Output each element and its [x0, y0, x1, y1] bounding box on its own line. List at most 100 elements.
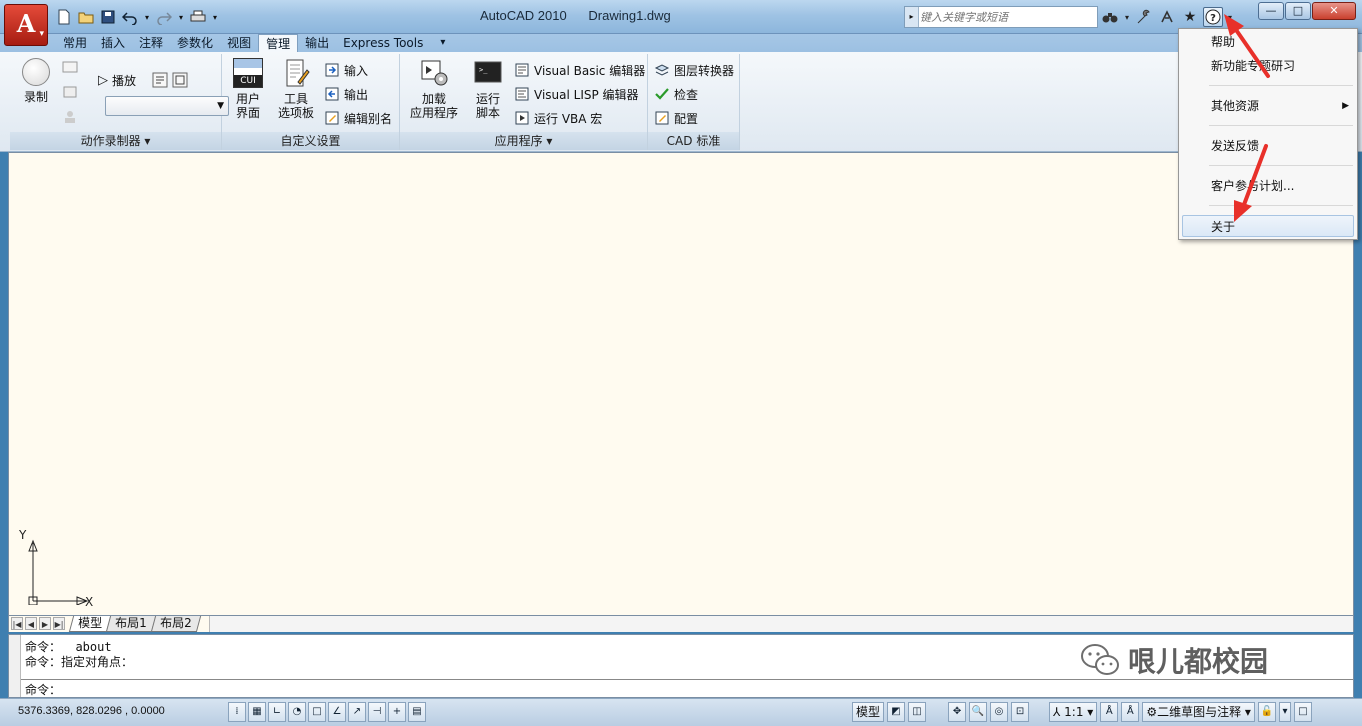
minimize-button[interactable]: —: [1258, 2, 1284, 20]
menu-item-send-feedback[interactable]: 发送反馈: [1179, 135, 1357, 157]
import-button[interactable]: 输入: [324, 60, 368, 80]
qat-customize-icon[interactable]: ▾: [210, 7, 220, 27]
menu-item-customer-involvement[interactable]: 客户参与计划...: [1179, 175, 1357, 197]
tab-home[interactable]: 常用: [56, 34, 94, 52]
application-menu-button[interactable]: A ▾: [4, 4, 48, 46]
plot-icon[interactable]: [188, 7, 208, 27]
watermark-text: 哏儿都校园: [1128, 645, 1269, 678]
steering-wheel-icon[interactable]: ◎: [990, 702, 1009, 722]
zoom-icon[interactable]: 🔍: [969, 702, 988, 722]
horizontal-scrollbar[interactable]: [209, 616, 1353, 632]
snap-mode-icon[interactable]: ⁞: [228, 702, 246, 722]
grid-display-icon[interactable]: ▦: [248, 702, 266, 722]
save-icon[interactable]: [98, 7, 118, 27]
check-standards-button[interactable]: 检查: [654, 84, 698, 104]
macro-select[interactable]: ▼: [105, 96, 229, 116]
action-message-icon[interactable]: [62, 58, 78, 78]
next-layout-icon[interactable]: ▶: [39, 617, 51, 630]
tab-output[interactable]: 输出: [298, 34, 336, 52]
tab-parametric[interactable]: 参数化: [170, 34, 220, 52]
tab-view[interactable]: 视图: [220, 34, 258, 52]
redo-icon[interactable]: [154, 7, 174, 27]
wechat-icon: [1081, 644, 1119, 675]
first-layout-icon[interactable]: |◀: [11, 617, 23, 630]
dynamic-ucs-icon[interactable]: ↗: [348, 702, 366, 722]
dynamic-input-icon[interactable]: ⊣: [368, 702, 386, 722]
workspace-switcher[interactable]: ⚙二维草图与注释 ▾: [1142, 702, 1255, 722]
new-file-icon[interactable]: [54, 7, 74, 27]
search-input[interactable]: [920, 8, 1096, 26]
layer-translator-button[interactable]: 图层转换器: [654, 60, 734, 80]
user-interface-button[interactable]: CUI 用户 界面: [226, 58, 270, 120]
configure-standards-button[interactable]: 配置: [654, 108, 698, 128]
object-snap-tracking-icon[interactable]: ∠: [328, 702, 346, 722]
open-folder-icon[interactable]: [76, 7, 96, 27]
command-window-grip[interactable]: [9, 635, 21, 697]
prev-layout-icon[interactable]: ◀: [25, 617, 37, 630]
lineweight-icon[interactable]: +: [388, 702, 406, 722]
action-user-icon[interactable]: [62, 106, 78, 126]
search-expand-icon[interactable]: ▸: [905, 7, 919, 27]
tab-express-tools[interactable]: Express Tools: [336, 34, 430, 52]
maximize-button[interactable]: □: [1285, 2, 1311, 20]
lock-icon[interactable]: 🔓: [1257, 702, 1276, 722]
annotation-scale-dropdown[interactable]: ⅄ 1:1 ▾: [1049, 702, 1098, 722]
redo-dropdown-icon[interactable]: ▾: [176, 7, 186, 27]
run-script-button[interactable]: >_ 运行 脚本: [466, 58, 510, 120]
ribbon-minimize-icon[interactable]: ▾: [430, 34, 455, 52]
undo-icon[interactable]: [120, 7, 140, 27]
cui-icon: CUI: [233, 58, 263, 88]
tool-palettes-label-2: 选项板: [277, 106, 314, 120]
tool-palettes-button[interactable]: 工具 选项板: [272, 58, 320, 120]
drawing-canvas[interactable]: Y X: [8, 152, 1354, 616]
undo-dropdown-icon[interactable]: ▾: [142, 7, 152, 27]
load-application-button[interactable]: 加载 应用程序: [406, 58, 462, 120]
quick-properties-icon[interactable]: ▤: [408, 702, 426, 722]
last-layout-icon[interactable]: ▶|: [53, 617, 65, 630]
panel-footer-action-recorder[interactable]: 动作录制器 ▾: [10, 132, 221, 150]
tab-insert[interactable]: 插入: [94, 34, 132, 52]
communication-center-icon[interactable]: [1157, 7, 1177, 27]
panel-footer-applications[interactable]: 应用程序 ▾: [400, 132, 647, 150]
help-icon[interactable]: ?: [1203, 7, 1223, 27]
model-space-button[interactable]: 模型: [852, 702, 885, 722]
polar-tracking-icon[interactable]: ◔: [288, 702, 306, 722]
tab-layout1[interactable]: 布局1: [105, 616, 156, 632]
menu-item-about[interactable]: 关于: [1182, 215, 1354, 237]
tab-model[interactable]: 模型: [68, 616, 112, 632]
favorites-star-icon[interactable]: ★: [1180, 7, 1200, 27]
menu-separator: [1209, 205, 1353, 206]
run-vba-macro-button[interactable]: 运行 VBA 宏: [514, 108, 602, 128]
tab-layout2[interactable]: 布局2: [150, 616, 201, 632]
auto-scale-icon[interactable]: Å: [1121, 702, 1140, 722]
edit-alias-button[interactable]: 编辑别名: [324, 108, 392, 128]
action-request-icon[interactable]: [62, 82, 78, 102]
visual-lisp-editor-button[interactable]: Visual LISP 编辑器: [514, 84, 639, 104]
close-button[interactable]: ✕: [1312, 2, 1356, 20]
command-input[interactable]: [71, 681, 1171, 697]
search-dropdown-icon[interactable]: ▾: [1123, 7, 1131, 27]
export-button[interactable]: 输出: [324, 84, 368, 104]
coordinate-readout[interactable]: 5376.3369, 828.0296 , 0.0000: [18, 705, 165, 717]
menu-item-help[interactable]: 帮助: [1179, 31, 1357, 53]
layout-view-icon[interactable]: ◩: [887, 702, 906, 722]
object-snap-icon[interactable]: □: [308, 702, 326, 722]
layout-view2-icon[interactable]: ◫: [908, 702, 927, 722]
record-button[interactable]: 录制: [14, 58, 58, 104]
status-menu-icon[interactable]: ▾: [1278, 702, 1291, 722]
play-button[interactable]: ▷ 播放: [98, 70, 136, 90]
visual-basic-editor-button[interactable]: Visual Basic 编辑器: [514, 60, 645, 80]
ortho-mode-icon[interactable]: ∟: [268, 702, 286, 722]
menu-item-new-features[interactable]: 新功能专题研习: [1179, 55, 1357, 77]
binoculars-search-icon[interactable]: [1100, 7, 1120, 27]
menu-item-additional-resources[interactable]: 其他资源 ▶: [1179, 95, 1357, 117]
tab-manage[interactable]: 管理: [258, 33, 299, 53]
preference-icon[interactable]: [152, 70, 188, 90]
tab-annotate[interactable]: 注释: [132, 34, 170, 52]
subscription-center-icon[interactable]: [1134, 7, 1154, 27]
annotation-visibility-icon[interactable]: Å: [1100, 702, 1119, 722]
pan-icon[interactable]: ✥: [948, 702, 967, 722]
clean-screen-icon[interactable]: □: [1293, 702, 1312, 722]
showmotion-icon[interactable]: ⊡: [1011, 702, 1030, 722]
help-dropdown-icon[interactable]: ▾: [1226, 7, 1234, 27]
